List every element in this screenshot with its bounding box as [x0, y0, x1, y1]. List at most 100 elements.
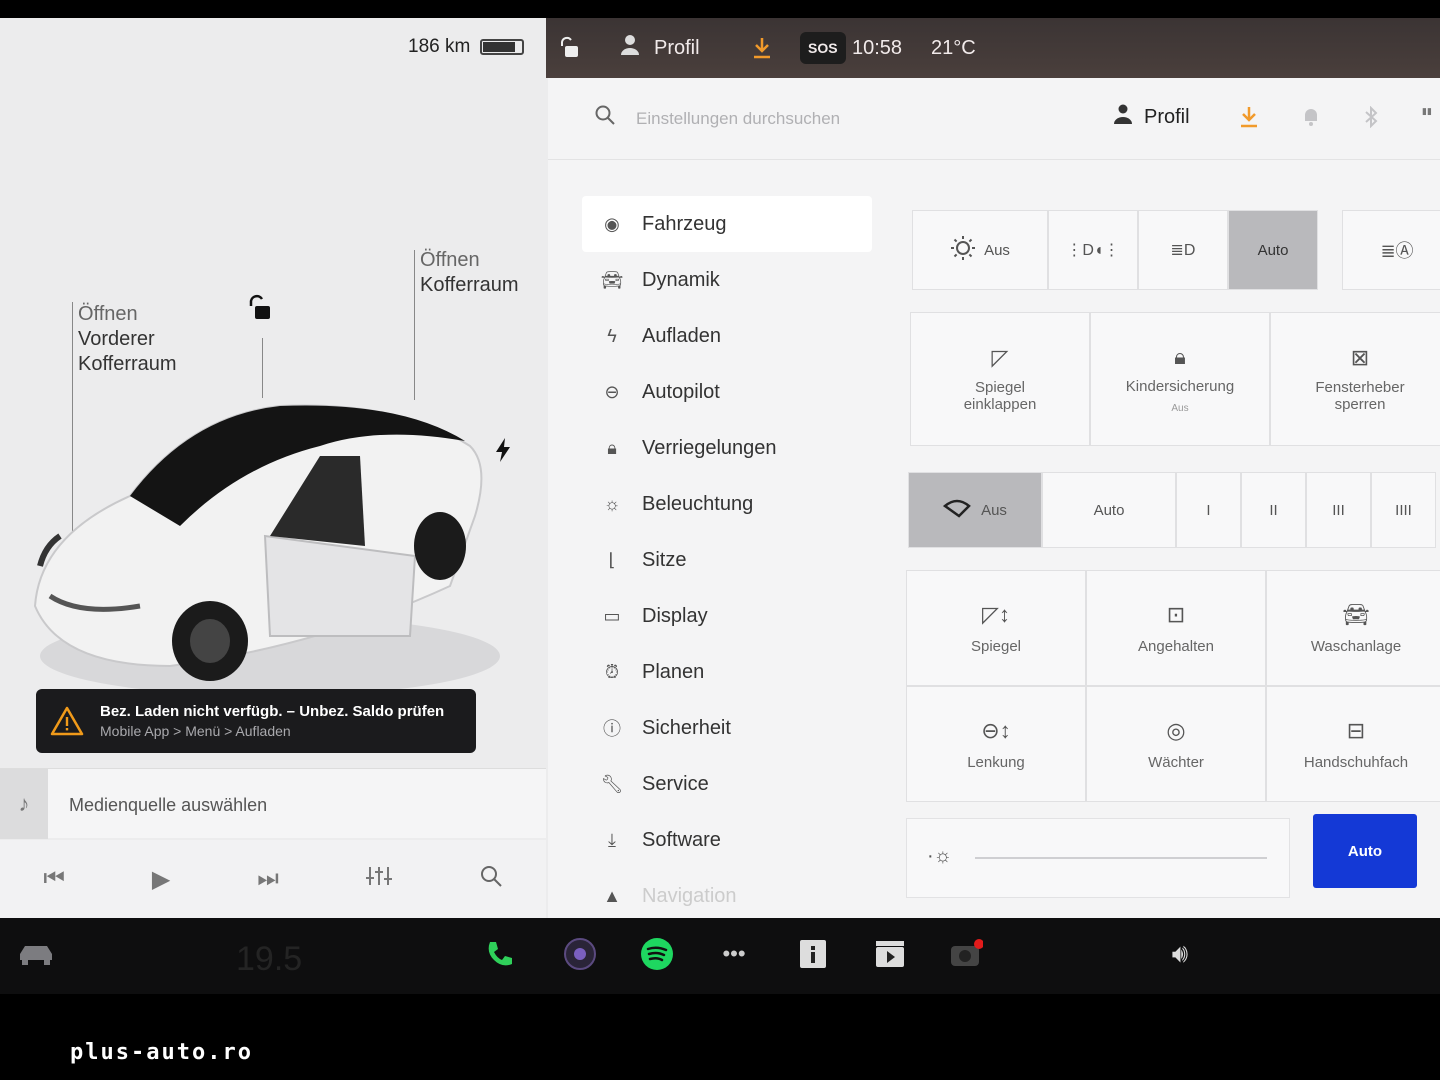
mirror-adjust-button[interactable]: ◸↕ Spiegel — [906, 570, 1086, 686]
volume-icon[interactable]: 🔊︎ — [1160, 934, 1200, 974]
wipers-speed-3[interactable]: III — [1306, 472, 1371, 548]
low-beam-icon: ≣D — [1170, 242, 1196, 259]
sos-button[interactable]: SOS — [800, 32, 846, 64]
software-update-icon[interactable] — [752, 37, 772, 59]
phone-icon[interactable] — [480, 934, 520, 974]
nav-item-sitze[interactable]: ⌊ Sitze — [582, 532, 872, 588]
nav-item-label: Service — [642, 772, 709, 795]
lights-off-button[interactable]: Aus — [912, 210, 1048, 290]
display-icon: ▭ — [603, 605, 621, 626]
lock-icon: 🔒︎ — [607, 437, 617, 458]
car-icon[interactable] — [16, 934, 56, 974]
nav-item-label: Verriegelungen — [642, 436, 777, 459]
spotify-icon[interactable] — [637, 934, 677, 974]
settings-profile-button[interactable]: Profil — [1114, 104, 1190, 130]
cabin-temperature[interactable]: 19.5 — [236, 940, 302, 979]
nav-item-label: Beleuchtung — [642, 492, 754, 515]
wipers-speed-1[interactable]: I — [1176, 472, 1241, 548]
auto-high-beam-button[interactable]: ≣Ⓐ — [1342, 210, 1440, 290]
media-source-label: Medienquelle auswählen — [69, 795, 268, 815]
charging-alert[interactable]: Bez. Laden nicht verfügb. – Unbez. Saldo… — [36, 689, 476, 753]
nav-item-navigation[interactable]: ▲ Navigation — [582, 868, 872, 918]
sentry-icon: ◎ — [1166, 717, 1186, 743]
nav-item-service[interactable]: 🔧︎ Service — [582, 756, 872, 812]
nav-item-beleuchtung[interactable]: ☼ Beleuchtung — [582, 476, 872, 532]
dashcam-icon[interactable] — [946, 934, 986, 974]
touchscreen: 186 km Öffnen Vorderer Kofferraum Öffnen… — [0, 18, 1440, 918]
settings-nav: ◉ Fahrzeug 🚘︎ Dynamik ϟ Aufladen ⊖ Autopilot 🔒︎ V… — [582, 196, 872, 918]
theater-icon[interactable] — [870, 934, 910, 974]
steering-adjust-button[interactable]: ⊖↕ Lenkung — [906, 686, 1086, 802]
equalizer-icon[interactable] — [365, 865, 392, 894]
nav-item-label: Navigation — [642, 884, 737, 907]
nav-item-sicherheit[interactable]: ⓘ Sicherheit — [582, 700, 872, 756]
play-icon[interactable]: ▶ — [152, 865, 170, 894]
nav-item-fahrzeug[interactable]: ◉ Fahrzeug — [582, 196, 872, 252]
child-lock-button[interactable]: 🔒︎ Kindersicherung Aus — [1090, 312, 1270, 446]
bell-icon[interactable] — [1302, 106, 1320, 134]
display-brightness: ·☼ — [906, 818, 1290, 898]
search-icon — [594, 104, 616, 132]
profile-button[interactable]: Profil — [620, 34, 700, 62]
glovebox-button[interactable]: ⊟ Handschuhfach — [1266, 686, 1440, 802]
sun-icon — [950, 235, 976, 265]
car-image — [33, 404, 500, 696]
nav-item-label: Autopilot — [642, 380, 720, 403]
nav-item-label: Sitze — [642, 548, 687, 571]
camera-app-icon[interactable] — [560, 934, 600, 974]
bluetooth-icon[interactable] — [1364, 105, 1378, 134]
nav-item-display[interactable]: ▭ Display — [582, 588, 872, 644]
vehicle-hold-button[interactable]: ⊡ Angehalten — [1086, 570, 1266, 686]
unlock-icon[interactable] — [246, 294, 272, 328]
search-icon[interactable] — [479, 864, 503, 895]
settings-search-input[interactable] — [636, 104, 1056, 134]
wipers-auto-button[interactable]: Auto — [1042, 472, 1176, 548]
sentry-mode-button[interactable]: ◎ Wächter — [1086, 686, 1266, 802]
wipers-off-button[interactable]: Aus — [908, 472, 1042, 548]
fold-mirrors-button[interactable]: ◸ Spiegel einklappen — [910, 312, 1090, 446]
quick-controls-row: ◸ Spiegel einklappen 🔒︎ Kindersicherung A… — [910, 312, 1440, 446]
mirror-icon: ◸ — [991, 345, 1009, 370]
alert-subtitle: Mobile App > Menü > Aufladen — [100, 723, 291, 739]
unlock-status-icon[interactable] — [558, 36, 580, 60]
parking-lights-button[interactable]: ⋮D◖⋮ — [1048, 210, 1138, 290]
window-lock-button[interactable]: ⊠ Fensterheber sperren — [1270, 312, 1440, 446]
nav-item-label: Planen — [642, 660, 705, 683]
steering-wheel-icon: ⊖ — [604, 381, 620, 402]
rear-trunk-button[interactable]: Öffnen Kofferraum — [420, 248, 519, 298]
charge-port-icon[interactable] — [494, 438, 512, 468]
nav-item-label: Display — [642, 604, 708, 627]
lights-auto-button[interactable]: Auto — [1228, 210, 1318, 290]
glovebox-icon: ⊟ — [1346, 717, 1366, 743]
brightness-slider[interactable] — [975, 857, 1267, 859]
download-icon[interactable] — [1240, 106, 1258, 134]
media-source-bar[interactable]: ♪ Medienquelle auswählen — [0, 768, 546, 839]
wipers-speed-2[interactable]: II — [1241, 472, 1306, 548]
brightness-icon: ·☼ — [927, 845, 952, 867]
person-icon — [620, 34, 640, 62]
nav-item-autopilot[interactable]: ⊖ Autopilot — [582, 364, 872, 420]
nav-item-verriegelungen[interactable]: 🔒︎ Verriegelungen — [582, 420, 872, 476]
nav-item-software[interactable]: ⤓ Software — [582, 812, 872, 868]
info-circle-icon: ⓘ — [603, 719, 621, 739]
previous-track-icon[interactable]: ⏮ — [43, 865, 65, 893]
brightness-auto-button[interactable]: Auto — [1313, 814, 1417, 888]
low-beam-button[interactable]: ≣D — [1138, 210, 1228, 290]
wipers-speed-4[interactable]: IIII — [1371, 472, 1436, 548]
front-trunk-button[interactable]: Öffnen Vorderer Kofferraum — [78, 302, 177, 377]
nav-item-dynamik[interactable]: 🚘︎ Dynamik — [582, 252, 872, 308]
outside-temperature: 21°C — [931, 36, 976, 59]
nav-item-label: Software — [642, 828, 721, 851]
app-dock: ••• 🔊︎ — [0, 918, 1440, 994]
more-apps-icon[interactable]: ••• — [714, 934, 754, 974]
manual-icon[interactable] — [793, 934, 833, 974]
car-wash-icon: 🚘︎ — [1342, 601, 1370, 627]
clock: 10:58 — [852, 36, 903, 59]
music-note-icon: ♪ — [0, 769, 48, 839]
nav-item-planen[interactable]: ⏰︎ Planen — [582, 644, 872, 700]
next-track-icon[interactable]: ⏭ — [257, 865, 279, 893]
alarm-clock-icon: ⏰︎ — [604, 661, 620, 682]
car-wash-button[interactable]: 🚘︎ Waschanlage — [1266, 570, 1440, 686]
person-icon — [1114, 104, 1132, 130]
nav-item-aufladen[interactable]: ϟ Aufladen — [582, 308, 872, 364]
